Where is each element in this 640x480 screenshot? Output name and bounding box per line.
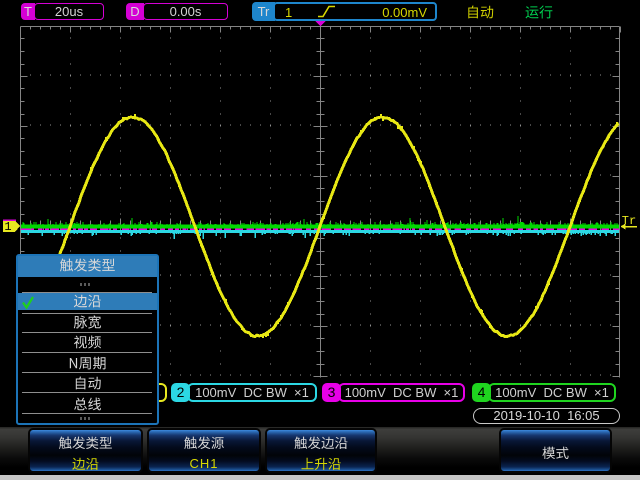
svg-text:1: 1 [4,220,11,234]
